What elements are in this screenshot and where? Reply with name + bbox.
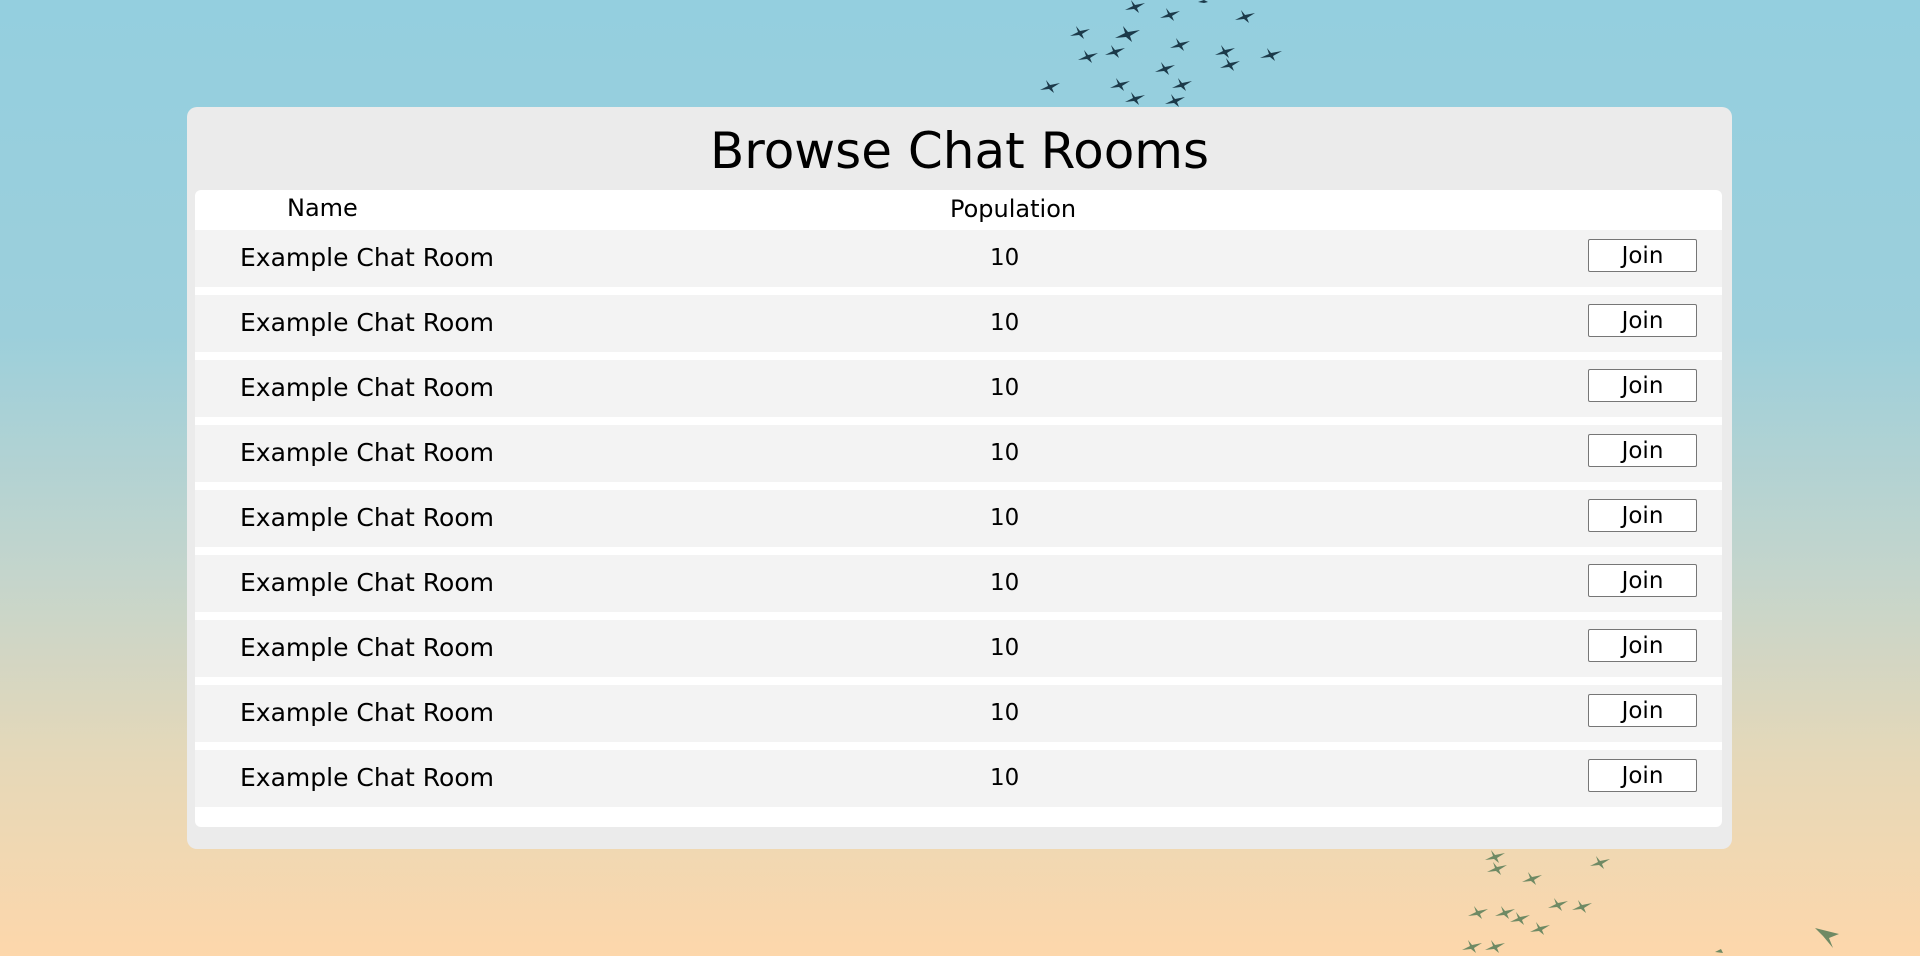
table-row: Example Chat Room 10 Join bbox=[195, 620, 1722, 677]
room-name: Example Chat Room bbox=[240, 698, 494, 727]
chat-rooms-panel: Browse Chat Rooms Name Population Exampl… bbox=[187, 107, 1732, 849]
room-population: 10 bbox=[990, 570, 1020, 596]
join-button[interactable]: Join bbox=[1588, 239, 1697, 272]
table-row: Example Chat Room 10 Join bbox=[195, 490, 1722, 547]
column-header-population: Population bbox=[950, 195, 1077, 223]
room-population: 10 bbox=[990, 375, 1020, 401]
column-header-name: Name bbox=[287, 194, 358, 222]
table-row: Example Chat Room 10 Join bbox=[195, 750, 1722, 807]
join-button[interactable]: Join bbox=[1588, 434, 1697, 467]
room-population: 10 bbox=[990, 700, 1020, 726]
page-title: Browse Chat Rooms bbox=[709, 122, 1210, 180]
table-row: Example Chat Room 10 Join bbox=[195, 360, 1722, 417]
room-name: Example Chat Room bbox=[240, 633, 494, 662]
join-button[interactable]: Join bbox=[1588, 369, 1697, 402]
room-population: 10 bbox=[990, 245, 1020, 271]
room-name: Example Chat Room bbox=[240, 308, 494, 337]
room-population: 10 bbox=[990, 635, 1020, 661]
join-button[interactable]: Join bbox=[1588, 304, 1697, 337]
room-name: Example Chat Room bbox=[240, 503, 494, 532]
room-name: Example Chat Room bbox=[240, 243, 494, 272]
table-row: Example Chat Room 10 Join bbox=[195, 685, 1722, 742]
join-button[interactable]: Join bbox=[1588, 694, 1697, 727]
join-button[interactable]: Join bbox=[1588, 499, 1697, 532]
room-population: 10 bbox=[990, 505, 1020, 531]
room-population: 10 bbox=[990, 440, 1020, 466]
table-row: Example Chat Room 10 Join bbox=[195, 555, 1722, 612]
join-button[interactable]: Join bbox=[1588, 759, 1697, 792]
room-name: Example Chat Room bbox=[240, 438, 494, 467]
table-row: Example Chat Room 10 Join bbox=[195, 295, 1722, 352]
room-name: Example Chat Room bbox=[240, 568, 494, 597]
chat-rooms-table: Name Population Example Chat Room 10 Joi… bbox=[195, 190, 1722, 827]
join-button[interactable]: Join bbox=[1588, 629, 1697, 662]
table-row: Example Chat Room 10 Join bbox=[195, 425, 1722, 482]
room-name: Example Chat Room bbox=[240, 373, 494, 402]
table-row: Example Chat Room 10 Join bbox=[195, 230, 1722, 287]
table-header: Name Population bbox=[195, 190, 1722, 230]
room-population: 10 bbox=[990, 310, 1020, 336]
room-name: Example Chat Room bbox=[240, 763, 494, 792]
room-population: 10 bbox=[990, 765, 1020, 791]
join-button[interactable]: Join bbox=[1588, 564, 1697, 597]
